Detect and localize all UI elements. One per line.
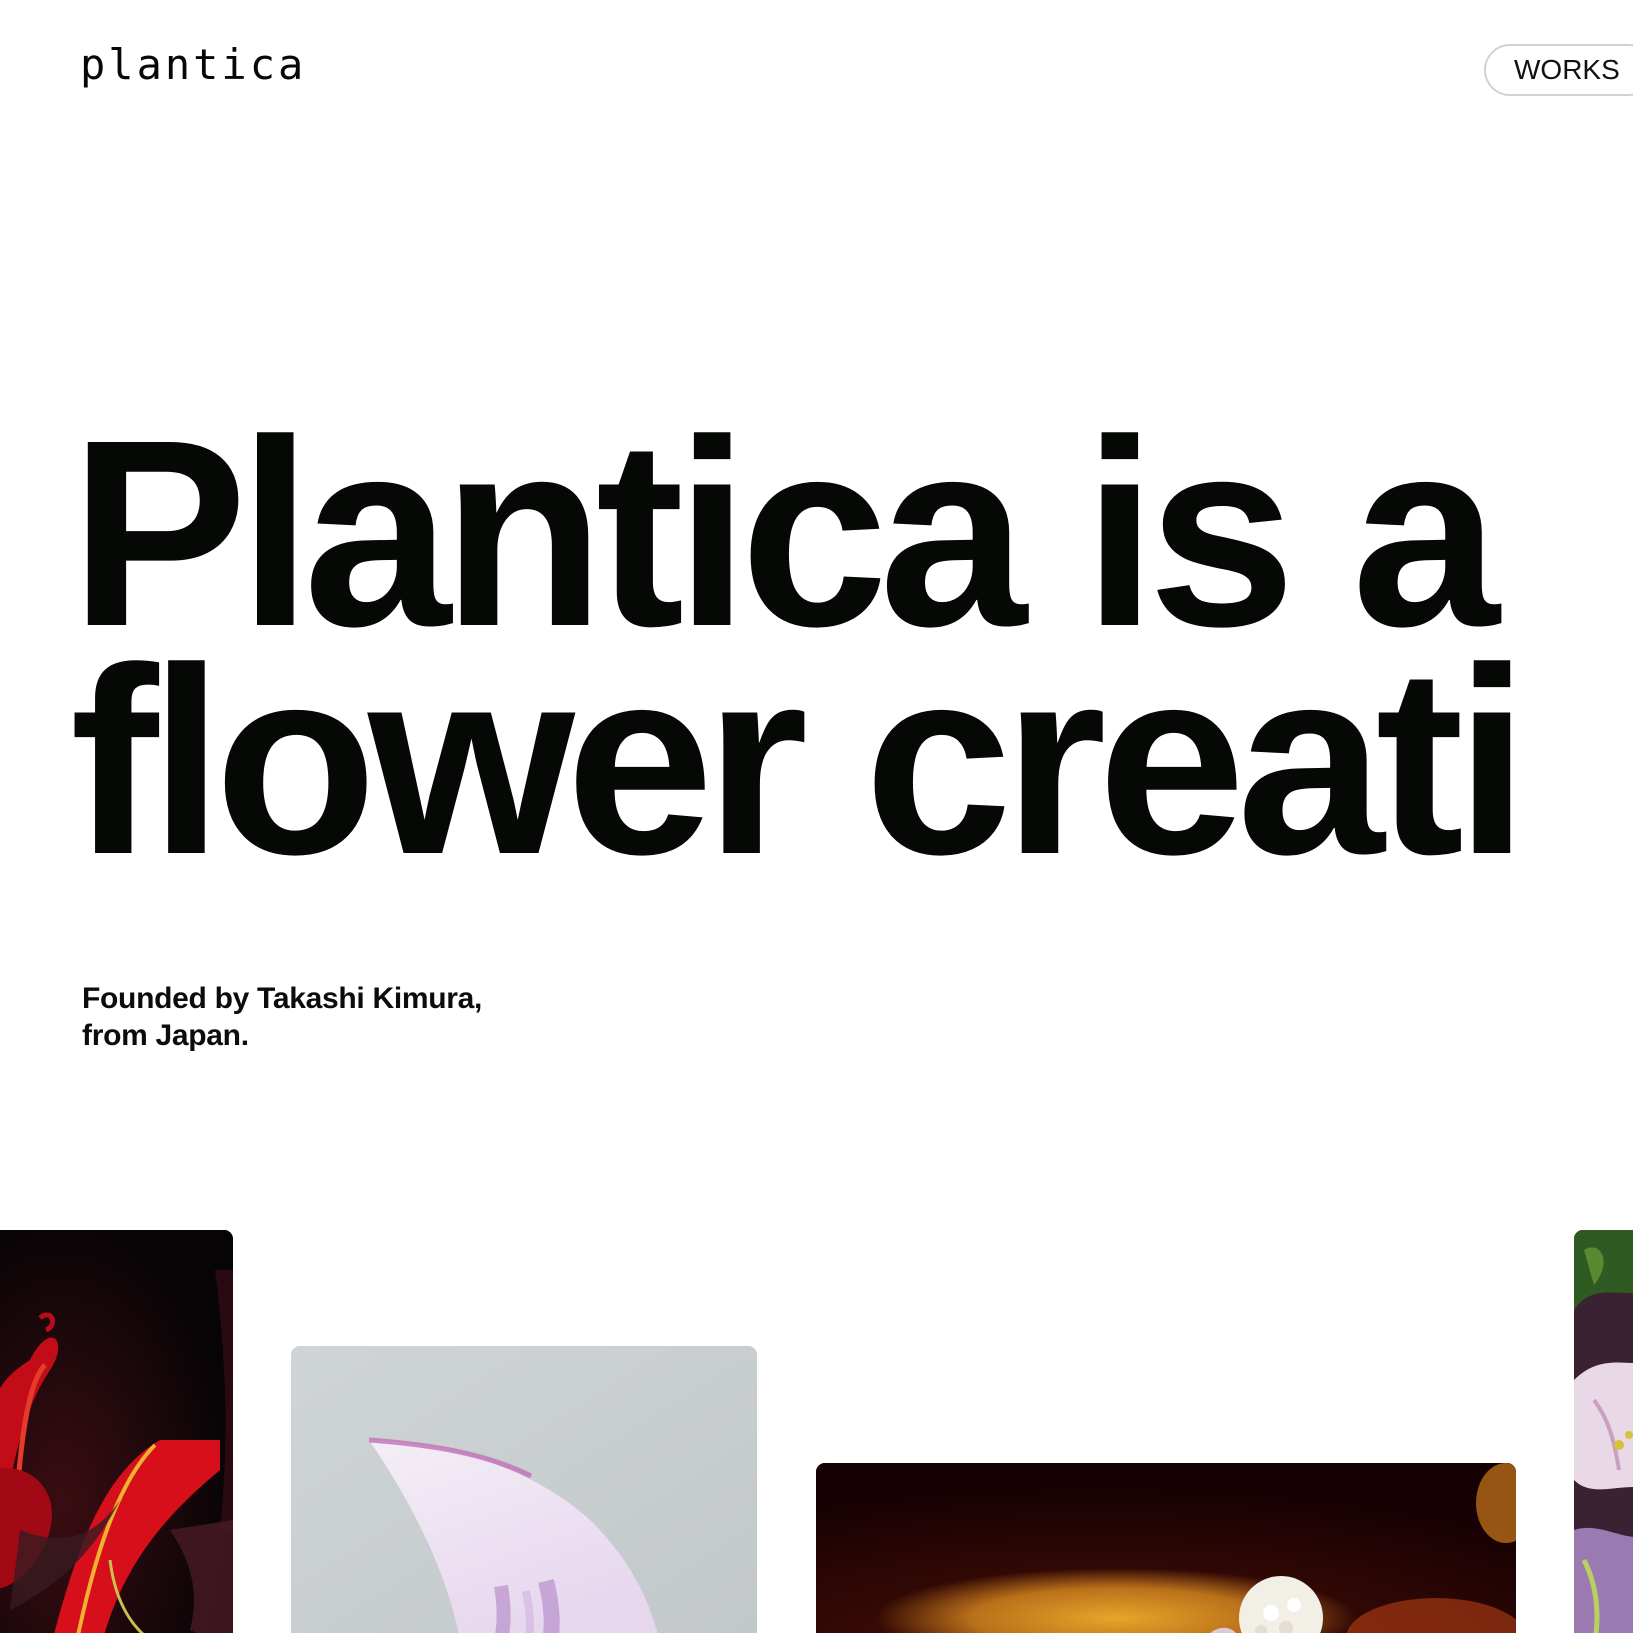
white-flower-image (816, 1463, 1516, 1633)
gallery-photo-violet-petal[interactable] (291, 1346, 757, 1633)
gallery-photo-white-flower[interactable] (816, 1463, 1516, 1633)
hero-heading-line-2: flower creati (70, 613, 1529, 910)
gallery-photo-red-lily[interactable] (0, 1230, 233, 1633)
founder-intro: Founded by Takashi Kimura, from Japan. (82, 980, 482, 1054)
red-lily-image (0, 1230, 233, 1633)
gallery-photo-white-lily[interactable] (1574, 1230, 1633, 1633)
works-nav-button[interactable]: WORKS (1484, 44, 1633, 96)
hero-heading: Plantica is a flower creati (70, 401, 1529, 910)
white-lily-image (1574, 1230, 1633, 1633)
site-logo[interactable]: plantica (80, 44, 306, 86)
founder-intro-line-2: from Japan. (82, 1019, 249, 1052)
founder-intro-line-1: Founded by Takashi Kimura, (82, 982, 483, 1015)
violet-petal-image (291, 1346, 757, 1633)
